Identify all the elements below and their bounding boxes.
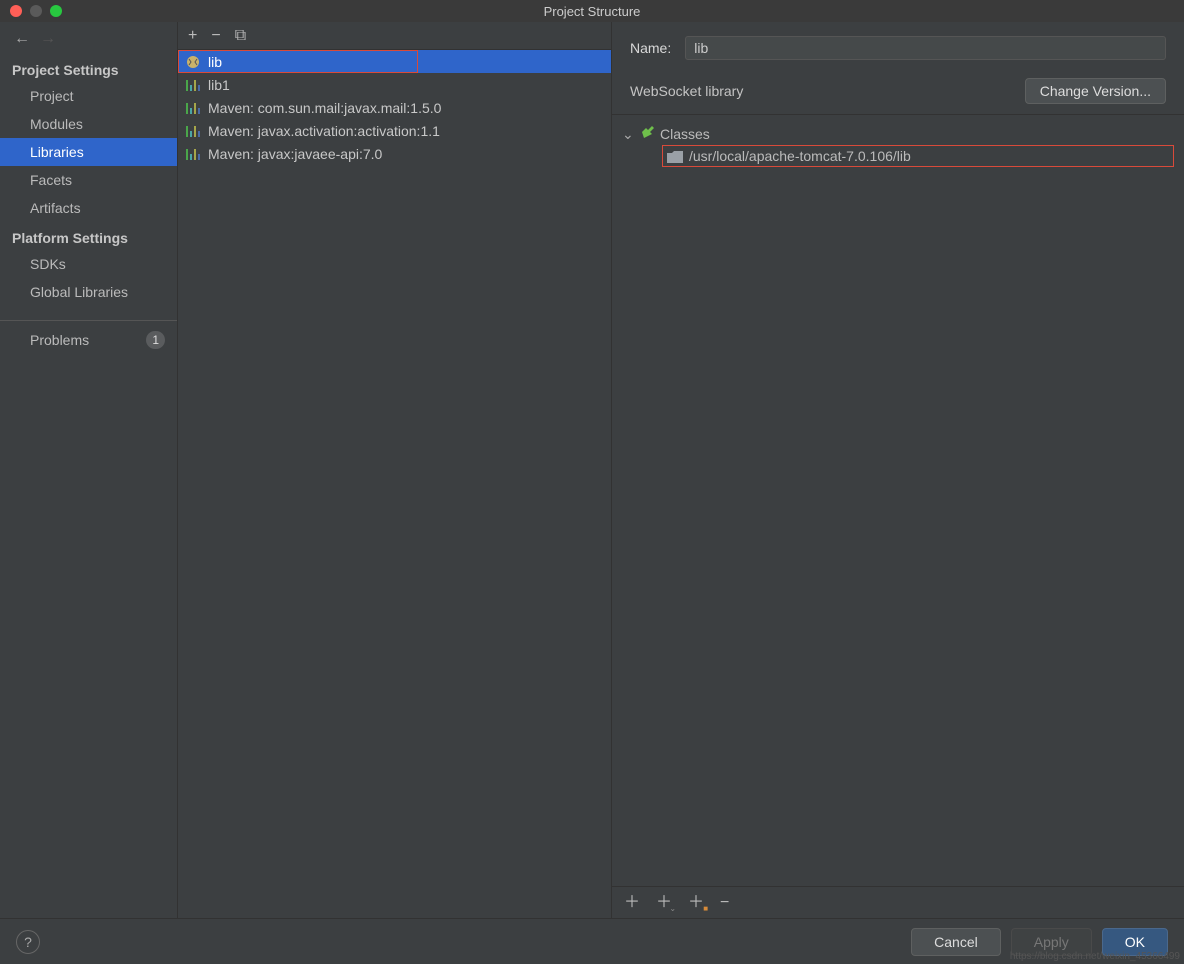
hammer-icon xyxy=(640,126,654,143)
library-list-panel: + − ⧉ lib lib1 Maven: com.sun.mail:javax.m… xyxy=(178,22,612,918)
sidebar-item-global-libraries[interactable]: Global Libraries xyxy=(0,278,177,306)
sidebar-item-libraries[interactable]: Libraries xyxy=(0,138,177,166)
tree-node-label: Classes xyxy=(660,126,710,142)
dialog-footer: ? Cancel Apply OK xyxy=(0,918,1184,964)
library-row[interactable]: lib1 xyxy=(178,73,611,96)
sidebar-section-platform-settings: Platform Settings xyxy=(0,222,177,250)
library-row[interactable]: Maven: javax.activation:activation:1.1 xyxy=(178,119,611,142)
tomcat-icon xyxy=(184,54,202,70)
cancel-button[interactable]: Cancel xyxy=(911,928,1001,956)
library-tree[interactable]: ⌄ Classes /usr/local/apache-tomcat-7.0.1… xyxy=(612,115,1184,886)
tree-leaf-label: /usr/local/apache-tomcat-7.0.106/lib xyxy=(689,148,911,164)
library-row-label: lib1 xyxy=(208,77,230,93)
nav-back-icon[interactable]: ← xyxy=(14,30,30,48)
sidebar-item-artifacts[interactable]: Artifacts xyxy=(0,194,177,222)
sidebar-item-facets[interactable]: Facets xyxy=(0,166,177,194)
chevron-down-icon[interactable]: ⌄ xyxy=(622,126,634,143)
library-bars-icon xyxy=(184,77,202,93)
sidebar-item-project[interactable]: Project xyxy=(0,82,177,110)
library-bars-icon xyxy=(184,100,202,116)
nav-forward-icon: → xyxy=(40,30,56,48)
remove-root-button[interactable]: − xyxy=(720,895,729,911)
library-bars-icon xyxy=(184,146,202,162)
library-list-toolbar: + − ⧉ xyxy=(178,22,611,50)
window-close-icon[interactable] xyxy=(10,5,22,17)
change-version-button[interactable]: Change Version... xyxy=(1025,78,1166,104)
sidebar-problems-label: Problems xyxy=(30,332,89,348)
library-detail-panel: Name: WebSocket library Change Version..… xyxy=(612,22,1184,918)
add-url-button[interactable]: ＋■ xyxy=(688,895,704,911)
library-row-label: Maven: javax:javaee-api:7.0 xyxy=(208,146,382,162)
library-row[interactable]: lib xyxy=(178,50,611,73)
add-root-button[interactable]: ＋ xyxy=(624,895,640,911)
name-label: Name: xyxy=(630,40,671,56)
sidebar-section-project-settings: Project Settings xyxy=(0,54,177,82)
tree-leaf-path[interactable]: /usr/local/apache-tomcat-7.0.106/lib xyxy=(662,145,1174,167)
copy-library-button[interactable]: ⧉ xyxy=(235,28,246,44)
library-row[interactable]: Maven: com.sun.mail:javax.mail:1.5.0 xyxy=(178,96,611,119)
sidebar-item-modules[interactable]: Modules xyxy=(0,110,177,138)
remove-library-button[interactable]: − xyxy=(211,28,220,44)
sidebar-item-problems[interactable]: Problems 1 xyxy=(0,320,177,353)
library-row-label: Maven: javax.activation:activation:1.1 xyxy=(208,123,440,139)
library-list[interactable]: lib lib1 Maven: com.sun.mail:javax.mail:1.… xyxy=(178,50,611,918)
detail-toolbar: ＋ ＋⌄ ＋■ − xyxy=(612,886,1184,918)
library-row[interactable]: Maven: javax:javaee-api:7.0 xyxy=(178,142,611,165)
window-zoom-icon[interactable] xyxy=(50,5,62,17)
library-bars-icon xyxy=(184,123,202,139)
titlebar: Project Structure xyxy=(0,0,1184,22)
library-type-label: WebSocket library xyxy=(630,83,743,99)
window-title: Project Structure xyxy=(0,4,1184,19)
help-button[interactable]: ? xyxy=(16,930,40,954)
add-folder-button[interactable]: ＋⌄ xyxy=(656,895,672,911)
sidebar-item-sdks[interactable]: SDKs xyxy=(0,250,177,278)
add-library-button[interactable]: + xyxy=(188,28,197,44)
library-name-input[interactable] xyxy=(685,36,1166,60)
window-minimize-icon[interactable] xyxy=(30,5,42,17)
watermark: https://blog.csdn.net/weixin_45366499 xyxy=(1010,951,1180,962)
library-row-label: lib xyxy=(208,54,222,70)
library-row-label: Maven: com.sun.mail:javax.mail:1.5.0 xyxy=(208,100,441,116)
folder-icon xyxy=(667,150,683,162)
problems-count-badge: 1 xyxy=(146,331,165,349)
sidebar: ← → Project Settings Project Modules Lib… xyxy=(0,22,178,918)
tree-node-classes[interactable]: ⌄ Classes xyxy=(622,123,1174,145)
